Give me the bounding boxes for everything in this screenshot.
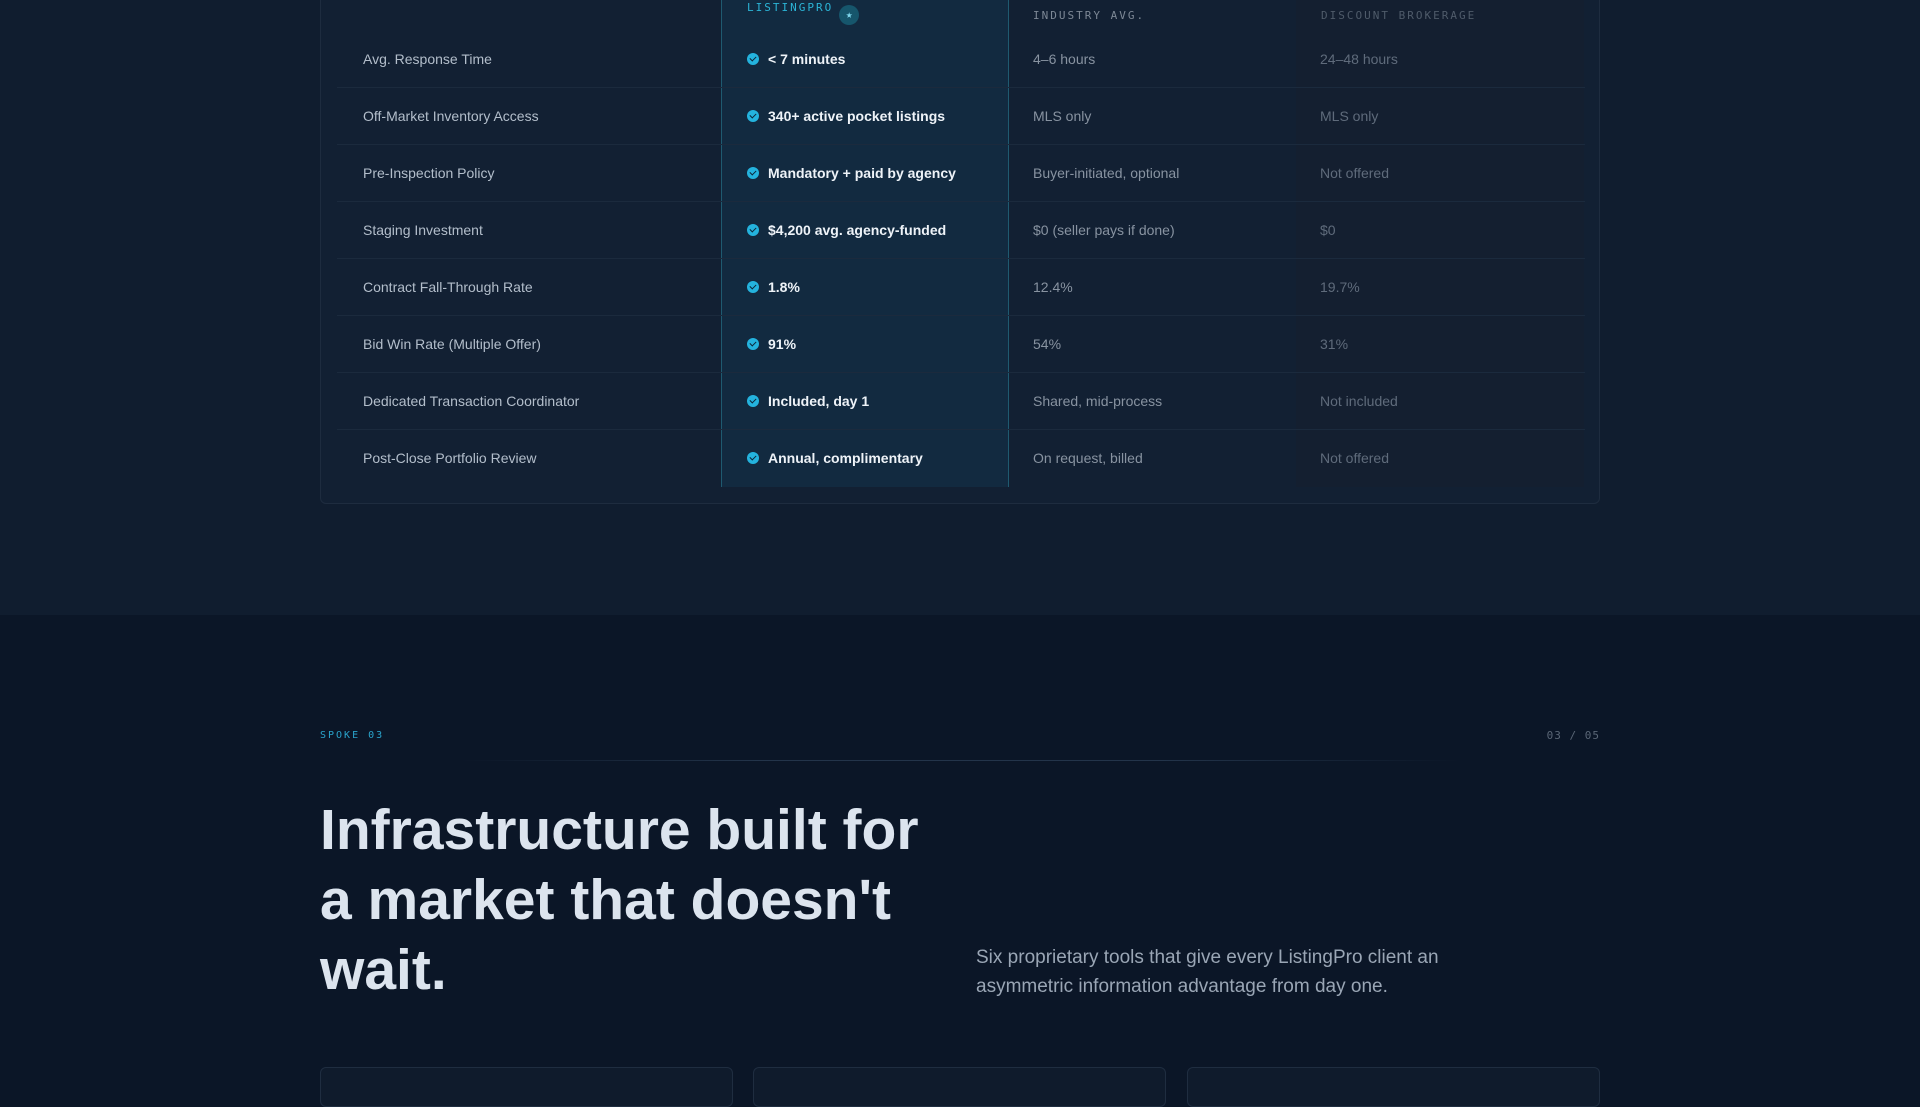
industry-cell: Shared, mid-process	[1033, 393, 1163, 409]
industry-cell: 54%	[1033, 336, 1062, 352]
check-icon	[747, 167, 759, 179]
discount-cell: 19.7%	[1320, 279, 1360, 295]
listingpro-value: 340+ active pocket listings	[768, 108, 946, 124]
industry-cell: MLS only	[1033, 108, 1092, 124]
check-icon	[747, 281, 759, 293]
discount-cell: Not included	[1320, 393, 1398, 409]
table-row: Pre-Inspection Policy Mandatory + paid b…	[337, 145, 1585, 202]
industry-cell: 4–6 hours	[1033, 51, 1096, 67]
tool-card[interactable]	[1187, 1067, 1600, 1107]
discount-cell: Not offered	[1320, 450, 1390, 466]
comparison-section: LISTINGPRO ★ INDUSTRY AVG. DISCOUNT BROKE…	[0, 0, 1920, 615]
check-icon	[747, 224, 759, 236]
feature-cell: Bid Win Rate (Multiple Offer)	[363, 336, 541, 352]
tool-card[interactable]	[320, 1067, 733, 1107]
industry-cell: 12.4%	[1033, 279, 1073, 295]
table-header: LISTINGPRO ★ INDUSTRY AVG. DISCOUNT BROKE…	[321, 0, 1599, 25]
table-row: Contract Fall-Through Rate 1.8% 12.4% 19…	[337, 259, 1585, 316]
feature-cell: Avg. Response Time	[363, 51, 492, 67]
discount-cell: Not offered	[1320, 165, 1390, 181]
check-icon	[747, 338, 759, 350]
table-row: Off-Market Inventory Access 340+ active …	[337, 88, 1585, 145]
spoke-label: SPOKE 03	[320, 730, 385, 741]
table-row: Staging Investment $4,200 avg. agency-fu…	[337, 202, 1585, 259]
listingpro-cell: Included, day 1	[747, 373, 869, 430]
listingpro-value: < 7 minutes	[768, 51, 846, 67]
check-icon	[747, 110, 759, 122]
feature-cell: Contract Fall-Through Rate	[363, 279, 533, 295]
section-divider	[460, 760, 1460, 761]
listingpro-value: Annual, complimentary	[768, 450, 923, 466]
listingpro-value: 1.8%	[768, 279, 800, 295]
check-icon	[747, 452, 759, 464]
column-header-discount: DISCOUNT BROKERAGE	[1321, 9, 1477, 22]
listingpro-cell: 1.8%	[747, 259, 800, 316]
column-header-listingpro-label: LISTINGPRO	[747, 1, 834, 14]
feature-cell: Staging Investment	[363, 222, 483, 238]
feature-cell: Post-Close Portfolio Review	[363, 450, 537, 466]
table-row: Avg. Response Time < 7 minutes 4–6 hours…	[337, 31, 1585, 88]
tool-card[interactable]	[753, 1067, 1166, 1107]
section-subtext: Six proprietary tools that give every Li…	[976, 947, 1439, 997]
listingpro-cell: Mandatory + paid by agency	[747, 145, 956, 202]
section-headline: Infrastructure built for a market that d…	[320, 798, 919, 1002]
column-header-industry: INDUSTRY AVG.	[1033, 9, 1146, 22]
feature-cell: Off-Market Inventory Access	[363, 108, 539, 124]
column-header-listingpro: LISTINGPRO ★	[747, 1, 860, 25]
check-icon	[747, 395, 759, 407]
listingpro-value: Included, day 1	[768, 393, 870, 409]
check-icon	[747, 53, 759, 65]
listingpro-cell: 91%	[747, 316, 796, 373]
discount-cell: 24–48 hours	[1320, 51, 1398, 67]
table-row: Dedicated Transaction Coordinator Includ…	[337, 373, 1585, 430]
listingpro-value: Mandatory + paid by agency	[768, 165, 956, 181]
table-row: Post-Close Portfolio Review Annual, comp…	[337, 430, 1585, 487]
listingpro-cell: $4,200 avg. agency-funded	[747, 202, 946, 259]
discount-cell: MLS only	[1320, 108, 1379, 124]
listingpro-cell: Annual, complimentary	[747, 430, 923, 487]
industry-cell: On request, billed	[1033, 450, 1143, 466]
feature-cell: Dedicated Transaction Coordinator	[363, 393, 580, 409]
table-body: Avg. Response Time < 7 minutes 4–6 hours…	[337, 31, 1585, 487]
industry-cell: $0 (seller pays if done)	[1033, 222, 1175, 238]
listingpro-cell: 340+ active pocket listings	[747, 88, 945, 145]
table-row: Bid Win Rate (Multiple Offer) 91% 54% 31…	[337, 316, 1585, 373]
star-icon: ★	[839, 5, 860, 25]
industry-cell: Buyer-initiated, optional	[1033, 165, 1180, 181]
feature-cell: Pre-Inspection Policy	[363, 165, 495, 181]
spoke-counter: 03 / 05	[1546, 729, 1600, 742]
listingpro-value: 91%	[768, 336, 797, 352]
comparison-table: LISTINGPRO ★ INDUSTRY AVG. DISCOUNT BROKE…	[320, 0, 1600, 504]
spoke-section	[0, 615, 1920, 1080]
discount-cell: 31%	[1320, 336, 1349, 352]
discount-cell: $0	[1320, 222, 1336, 238]
listingpro-cell: < 7 minutes	[747, 31, 845, 88]
listingpro-value: $4,200 avg. agency-funded	[768, 222, 947, 238]
